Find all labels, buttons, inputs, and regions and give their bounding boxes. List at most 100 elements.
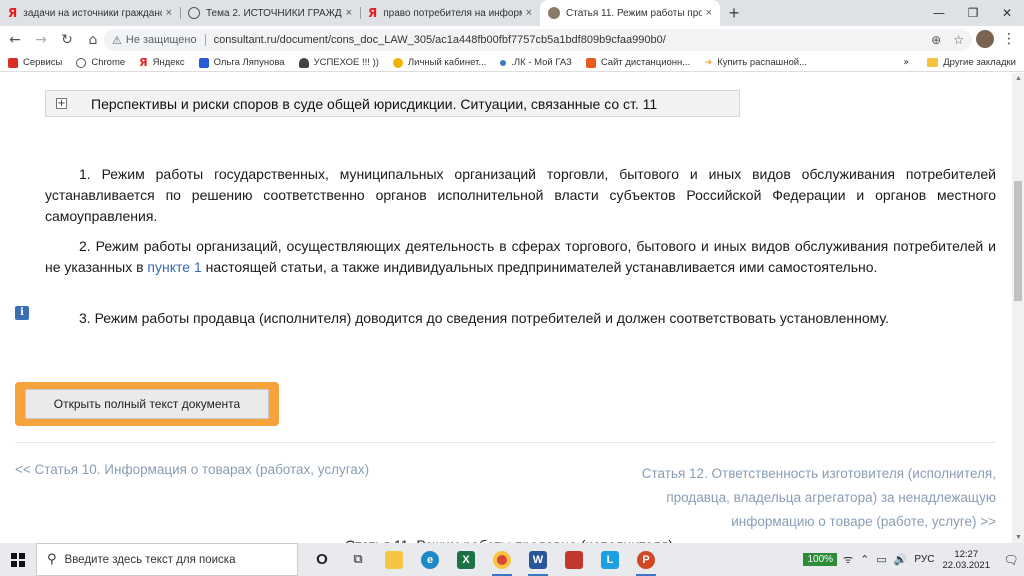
start-button[interactable] xyxy=(0,543,36,576)
security-label[interactable]: Не защищено xyxy=(126,34,197,46)
clock[interactable]: 12:27 22.03.2021 xyxy=(942,549,990,571)
menu-icon[interactable]: ⋮ xyxy=(1002,31,1016,47)
bookmark-label: Купить распашной... xyxy=(717,57,807,68)
browser-tab-3[interactable]: Я право потребителя на информ × xyxy=(360,0,540,26)
bookmark-services[interactable]: Сервисы xyxy=(8,57,62,68)
windows-logo-icon xyxy=(11,552,25,567)
paragraph-1: 1. Режим работы государственных, муницип… xyxy=(45,164,996,227)
bookmark-chrome[interactable]: Chrome xyxy=(76,57,125,68)
star-icon[interactable]: ☆ xyxy=(953,33,964,47)
url-text[interactable]: consultant.ru/document/cons_doc_LAW_305/… xyxy=(214,34,666,46)
apps-icon xyxy=(8,57,18,68)
bookmark-distance[interactable]: Сайт дистанционн... xyxy=(585,57,690,68)
bookmark-gas[interactable]: .ЛК - Мой ГАЗ xyxy=(500,57,572,68)
point-1-link[interactable]: пункте 1 xyxy=(147,259,201,275)
bookmark-label: Яндекс xyxy=(152,57,185,68)
globe-icon xyxy=(76,57,87,68)
photo-icon xyxy=(548,7,560,19)
next-article-link[interactable]: Статья 12. Ответственность изготовителя … xyxy=(620,462,996,534)
browser-tab-2[interactable]: Тема 2. ИСТОЧНИКИ ГРАЖДАН × xyxy=(180,0,360,26)
close-window-icon[interactable]: ✕ xyxy=(990,0,1024,26)
scroll-down-icon[interactable]: ▼ xyxy=(1015,534,1022,541)
open-full-text-button[interactable]: Открыть полный текст документа xyxy=(25,389,269,419)
system-tray: 100% ᯤ ⌃ ▭ 🔊 РУС 12:27 22.03.2021 🗨 xyxy=(803,543,1024,576)
cortana-icon[interactable]: O xyxy=(304,543,340,576)
tab-close-icon[interactable]: × xyxy=(346,7,352,19)
globe-icon xyxy=(188,7,200,19)
previous-article-link[interactable]: << Статья 10. Информация о товарах (рабо… xyxy=(15,462,369,477)
dot-icon xyxy=(500,59,507,66)
l-app-icon[interactable]: L xyxy=(592,543,628,576)
word-icon[interactable]: W xyxy=(520,543,556,576)
window-controls: — ❐ ✕ xyxy=(922,0,1024,26)
page-scrollbar[interactable]: ▲ ▼ xyxy=(1012,73,1024,543)
back-arrow-icon[interactable]: ← xyxy=(2,27,28,53)
folder-icon xyxy=(927,58,939,67)
info-icon[interactable]: i xyxy=(15,306,29,320)
zoom-icon[interactable]: ⊕ xyxy=(931,33,941,47)
reload-icon[interactable]: ↻ xyxy=(54,27,80,53)
tab-title: задачи на источники гражданс xyxy=(23,7,162,19)
tab-title: Тема 2. ИСТОЧНИКИ ГРАЖДАН xyxy=(206,7,342,19)
expander-title[interactable]: Перспективы и риски споров в суде общей … xyxy=(91,96,657,112)
display-icon[interactable]: ▭ xyxy=(876,553,886,566)
tab-title: право потребителя на информ xyxy=(383,7,522,19)
bookmark-yandex[interactable]: Я Яндекс xyxy=(139,56,184,69)
other-bookmarks[interactable]: Другие закладки xyxy=(943,57,1016,68)
paragraph-1-text: 1. Режим работы государственных, муницип… xyxy=(45,166,996,224)
edge-icon[interactable]: e xyxy=(412,543,448,576)
search-icon: ⚲ xyxy=(47,552,57,567)
bookmark-success[interactable]: УСПЕХОЕ !!! )) xyxy=(298,57,379,68)
paragraph-2: 2. Режим работы организаций, осуществляю… xyxy=(45,236,996,278)
bookmark-buy[interactable]: ➔ Купить распашной... xyxy=(704,57,807,68)
chevron-up-icon[interactable]: ⌃ xyxy=(860,553,869,566)
browser-toolbar: ← → ↻ ⌂ ⚠ Не защищено consultant.ru/docu… xyxy=(0,26,1024,54)
mail-icon[interactable] xyxy=(556,543,592,576)
bookmarks-bar: Сервисы Chrome Я Яндекс Ольга Ляпунова УС… xyxy=(0,54,1024,72)
taskbar-search[interactable]: ⚲ Введите здесь текст для поиска xyxy=(36,543,298,576)
bookmarks-more-icon[interactable]: » xyxy=(903,57,909,68)
browser-tab-active[interactable]: Статья 11. Режим работы прода × xyxy=(540,0,720,26)
bookmark-olga[interactable]: Ольга Ляпунова xyxy=(198,57,285,68)
bookmark-label: Сервисы xyxy=(23,57,63,68)
volume-icon[interactable]: 🔊 xyxy=(894,553,908,566)
home-icon[interactable]: ⌂ xyxy=(80,27,106,53)
task-view-icon[interactable]: ⧉ xyxy=(340,543,376,576)
powerpoint-icon[interactable]: P xyxy=(628,543,664,576)
notifications-icon[interactable]: 🗨 xyxy=(998,553,1024,567)
forward-arrow-icon[interactable]: → xyxy=(28,27,54,53)
tab-close-icon[interactable]: × xyxy=(706,7,712,19)
new-tab-button[interactable]: + xyxy=(720,0,748,26)
scrollbar-thumb[interactable] xyxy=(1014,181,1022,301)
document-page: + Перспективы и риски споров в суде обще… xyxy=(0,73,1012,543)
language-indicator[interactable]: РУС xyxy=(914,554,934,565)
yandex-icon: Я xyxy=(368,6,378,20)
browser-tab-1[interactable]: Я задачи на источники гражданс × xyxy=(0,0,180,26)
profile-avatar[interactable] xyxy=(976,30,994,48)
paragraph-2-text-end: настоящей статьи, а также индивидуальных… xyxy=(201,259,878,275)
yandex-icon: Я xyxy=(139,56,148,69)
excel-icon[interactable]: X xyxy=(448,543,484,576)
restore-icon[interactable]: ❐ xyxy=(956,0,990,26)
paragraph-3-text: 3. Режим работы продавца (исполнителя) д… xyxy=(79,310,889,326)
site-icon xyxy=(585,57,596,68)
tab-close-icon[interactable]: × xyxy=(526,7,532,19)
address-bar[interactable]: ⚠ Не защищено consultant.ru/document/con… xyxy=(104,29,972,51)
bookmark-cabinet[interactable]: Личный кабинет... xyxy=(392,57,487,68)
bookmark-label: Chrome xyxy=(91,57,126,68)
file-explorer-icon[interactable] xyxy=(376,543,412,576)
related-situations-expander[interactable]: + Перспективы и риски споров в суде обще… xyxy=(45,90,740,117)
scroll-up-icon[interactable]: ▲ xyxy=(1015,75,1022,82)
network-icon[interactable]: ᯤ xyxy=(843,552,853,567)
arrow-icon: ➔ xyxy=(704,57,713,68)
person-icon xyxy=(298,57,309,68)
tab-close-icon[interactable]: × xyxy=(166,7,172,19)
expand-plus-icon[interactable]: + xyxy=(56,98,67,109)
warning-icon[interactable]: ⚠ xyxy=(112,34,122,47)
minimize-icon[interactable]: — xyxy=(922,0,956,26)
bookmark-label: Личный кабинет... xyxy=(407,57,487,68)
bookmark-label: Ольга Ляпунова xyxy=(213,57,285,68)
bookmark-label: УСПЕХОЕ !!! )) xyxy=(313,57,379,68)
chrome-icon[interactable] xyxy=(484,543,520,576)
battery-indicator[interactable]: 100% xyxy=(803,553,838,566)
